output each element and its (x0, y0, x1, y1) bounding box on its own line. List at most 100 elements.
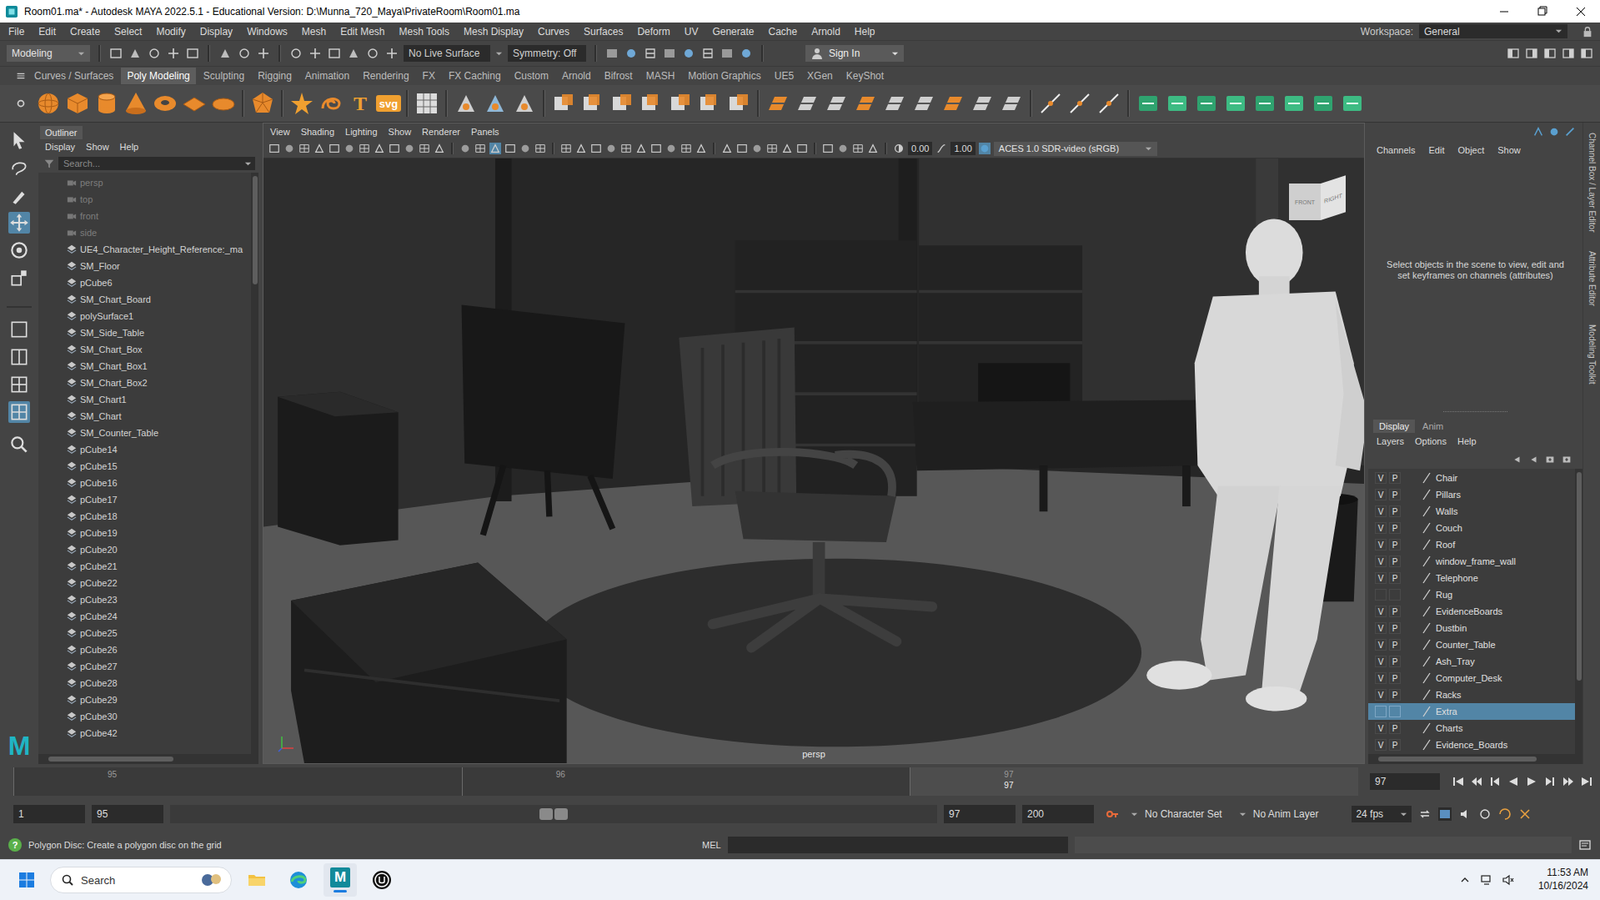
tool-icon[interactable] (481, 90, 509, 117)
nextframe-icon[interactable] (1543, 774, 1557, 788)
layer-playback-toggle[interactable]: P (1389, 688, 1401, 701)
layer-color[interactable] (1412, 521, 1420, 534)
viewport-menu-item[interactable]: Lighting (345, 126, 378, 137)
mesh2-icon[interactable] (793, 90, 821, 117)
layer-row[interactable]: VPAsh_Tray (1368, 652, 1575, 670)
mesh2-icon[interactable] (764, 90, 792, 117)
outliner-item[interactable]: SM_Floor (38, 257, 251, 275)
line-icon[interactable] (1095, 90, 1123, 117)
tool-icon[interactable] (452, 90, 480, 117)
viewport-tool-icon[interactable] (268, 142, 281, 155)
viewport-tool-icon[interactable] (343, 142, 356, 155)
mode-dropdown[interactable]: Modeling (6, 45, 91, 62)
viewport-tool-icon[interactable] (736, 142, 748, 155)
shelf-tab[interactable]: Rendering (356, 67, 415, 85)
teal-icon[interactable] (1339, 90, 1366, 117)
viewport-tool-icon[interactable] (721, 142, 733, 155)
layout-icon[interactable] (8, 346, 31, 368)
sign-in-button[interactable]: Sign In (805, 45, 904, 62)
viewport-menu-item[interactable]: Panels (471, 126, 500, 137)
gear-icon[interactable] (15, 97, 27, 110)
outliner-item[interactable]: pCube28 (38, 674, 251, 692)
toolkit-icon[interactable] (1564, 125, 1576, 138)
live-surface-field[interactable]: No Live Surface (403, 45, 491, 62)
viewport-tool-icon[interactable] (575, 142, 587, 155)
shelf-tab[interactable]: Custom (508, 67, 555, 85)
outliner-item[interactable]: pCube42 (38, 724, 251, 742)
view-cube-right[interactable]: RIGHT (1320, 175, 1346, 221)
layer-color[interactable] (1412, 738, 1420, 751)
sphere-icon[interactable] (35, 90, 62, 117)
layer-color[interactable] (1412, 588, 1420, 601)
layer-tool-icon[interactable] (1510, 453, 1523, 466)
layer-color[interactable] (1412, 571, 1420, 584)
tool-icon[interactable] (8, 129, 31, 151)
layer-visibility-toggle[interactable]: V (1374, 555, 1387, 567)
viewport-tool-icon[interactable] (695, 142, 708, 155)
playback-icon[interactable] (1506, 774, 1520, 788)
system-clock[interactable]: 11:53 AM10/16/2024 (1538, 866, 1592, 893)
channel-box-menu-item[interactable]: Channels (1376, 145, 1415, 156)
toolbar-icon[interactable] (308, 46, 322, 61)
platonic-icon[interactable] (249, 90, 276, 117)
layer-display-type[interactable] (1403, 488, 1410, 501)
menu-item[interactable]: Curves (537, 25, 570, 38)
outliner-item[interactable]: pCube15 (38, 457, 251, 475)
layout-icon[interactable] (8, 373, 31, 396)
shelf-tab[interactable]: Bifrost (598, 67, 639, 85)
taskbar-app[interactable] (365, 862, 399, 897)
exposure-field[interactable]: 0.00 (907, 141, 933, 156)
menu-item[interactable]: Display (200, 25, 233, 38)
layer-row[interactable]: VPDustbin (1368, 619, 1575, 637)
tool-icon[interactable] (8, 211, 31, 234)
layer-playback-toggle[interactable]: P (1389, 505, 1401, 517)
layer-tool-icon[interactable] (1560, 453, 1573, 466)
disc-icon[interactable] (210, 90, 237, 117)
viewport-tool-icon[interactable] (534, 142, 547, 155)
viewport-tool-icon[interactable] (433, 142, 446, 155)
layer-row[interactable]: Extra (1368, 702, 1575, 720)
layer-display-type[interactable] (1403, 571, 1410, 584)
layer-playback-toggle[interactable]: P (1389, 605, 1401, 617)
frame-segment[interactable]: 95 (13, 767, 462, 796)
mesh-icon[interactable] (608, 90, 636, 117)
windows-start-icon[interactable] (18, 871, 36, 888)
outliner-item[interactable]: SM_Chart_Box2 (38, 374, 251, 392)
prevframe-icon[interactable] (1488, 774, 1502, 788)
outliner-item[interactable]: SM_Chart1 (38, 391, 251, 408)
layer-color[interactable] (1412, 555, 1420, 567)
mesh2-icon[interactable] (939, 90, 967, 117)
line-icon[interactable] (1037, 90, 1064, 117)
symmetry-field[interactable]: Symmetry: Off (507, 45, 587, 62)
outliner-item[interactable]: pCube23 (38, 591, 251, 608)
toolbar-icon[interactable] (366, 46, 380, 61)
tool-icon[interactable] (8, 156, 31, 179)
prevkey-icon[interactable] (1469, 774, 1484, 788)
exposure-icon[interactable] (892, 142, 905, 155)
panel-toggle-icon[interactable] (1543, 46, 1557, 61)
viewport-tool-icon[interactable] (796, 142, 808, 155)
playback-end-field[interactable]: 97 (943, 804, 1016, 823)
layer-scrollbar[interactable] (1574, 468, 1583, 754)
viewport-tool-icon[interactable] (373, 142, 386, 155)
layer-display-type[interactable] (1403, 738, 1410, 751)
layer-tool-icon[interactable] (1544, 453, 1556, 466)
layer-color[interactable] (1412, 621, 1420, 634)
panel-toggle-icon[interactable] (1524, 46, 1539, 61)
layer-display-type[interactable] (1403, 722, 1410, 734)
layer-visibility-toggle[interactable]: V (1374, 672, 1387, 684)
toolbar-icon[interactable] (166, 46, 181, 61)
layer-editor-tab[interactable]: Display (1373, 419, 1415, 433)
menu-item[interactable]: Select (114, 25, 142, 38)
workspace-dropdown[interactable]: General (1419, 24, 1568, 39)
mesh-icon[interactable] (725, 90, 753, 117)
teal-icon[interactable] (1309, 90, 1337, 117)
range-handle[interactable] (539, 807, 553, 820)
layer-row[interactable]: VPEvidenceBoards (1368, 602, 1575, 620)
animation-start-field[interactable]: 1 (13, 804, 86, 823)
layer-visibility-toggle[interactable]: V (1374, 638, 1387, 651)
menu-item[interactable]: Cache (767, 25, 798, 38)
layer-color[interactable] (1412, 538, 1420, 551)
toolbar-icon[interactable] (185, 46, 200, 61)
render-icon[interactable] (682, 46, 696, 61)
